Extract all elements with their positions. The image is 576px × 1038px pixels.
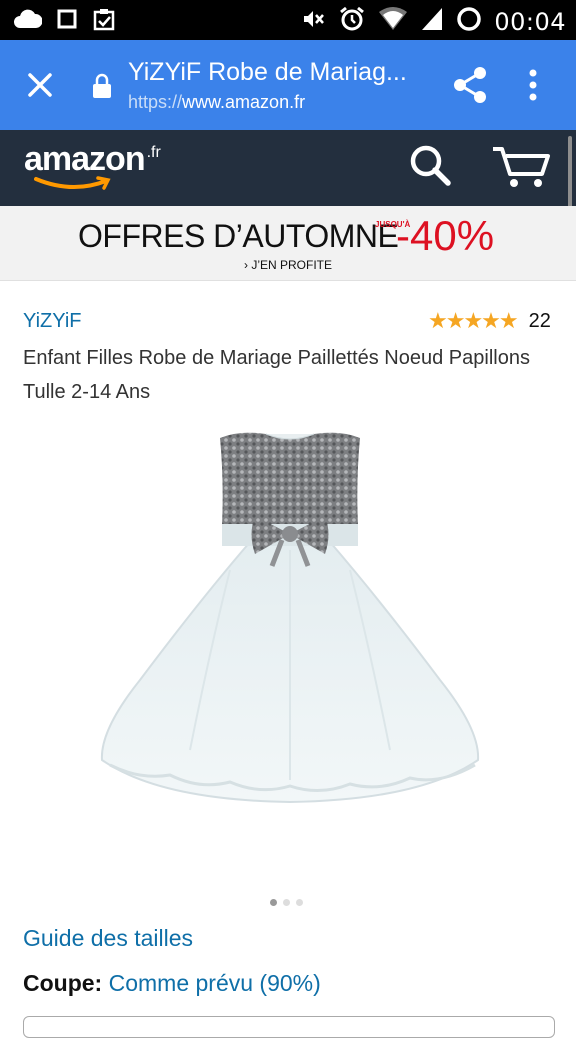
status-bar: 00:04 <box>0 0 576 40</box>
url-host: www.amazon.fr <box>182 92 306 112</box>
wifi-icon <box>378 6 408 37</box>
overflow-menu-icon[interactable] <box>528 68 538 107</box>
square-icon <box>56 8 78 35</box>
url-scheme: https:// <box>128 92 183 112</box>
banner-percent: -40% <box>396 212 495 259</box>
banner-cta[interactable]: › J’EN PROFITE <box>244 258 332 272</box>
brand-link[interactable]: YiZYiF <box>23 310 82 333</box>
smile-arrow-icon <box>34 176 111 190</box>
cart-icon[interactable] <box>490 144 552 195</box>
page-scrollbar[interactable] <box>568 136 572 208</box>
logo-word: amazon <box>24 140 146 178</box>
search-icon[interactable] <box>408 143 452 192</box>
star-rating-icon: ★★★★★ <box>428 308 519 333</box>
carousel-dot[interactable] <box>283 899 290 906</box>
page-title[interactable]: YiZYiF Robe de Mariag... <box>128 58 428 87</box>
rating[interactable]: ★★★★★ 22 <box>428 308 551 334</box>
alarm-icon <box>338 5 366 38</box>
fit-label: Coupe: <box>23 970 103 996</box>
clipboard-check-icon <box>92 7 116 36</box>
mute-icon <box>302 8 326 35</box>
logo-tld: .fr <box>146 144 161 161</box>
image-carousel-dots[interactable] <box>270 899 303 906</box>
url-bar[interactable]: https://www.amazon.fr <box>128 92 305 113</box>
product-image[interactable] <box>80 430 500 870</box>
amazon-logo[interactable]: amazon .fr <box>24 140 161 190</box>
share-icon[interactable] <box>452 66 488 109</box>
signal-icon <box>420 6 444 37</box>
size-select[interactable] <box>23 1016 555 1038</box>
carousel-dot[interactable] <box>296 899 303 906</box>
fit-row: Coupe: Comme prévu (90%) <box>23 970 321 997</box>
browser-toolbar: YiZYiF Robe de Mariag... https://www.ama… <box>0 40 576 130</box>
cloud-icon <box>14 8 43 35</box>
product-title: Enfant Filles Robe de Mariage Paillettés… <box>23 347 530 403</box>
fit-value-link[interactable]: Comme prévu (90%) <box>109 970 321 996</box>
amazon-header: amazon .fr <box>0 130 576 206</box>
size-guide-link[interactable]: Guide des tailles <box>23 925 193 952</box>
battery-icon <box>456 6 482 37</box>
status-clock: 00:04 <box>494 7 566 36</box>
rating-count: 22 <box>528 309 551 332</box>
banner-headline: OFFRES D’AUTOMNE <box>78 218 399 254</box>
close-icon[interactable] <box>22 67 58 103</box>
promo-banner[interactable]: OFFRES D’AUTOMNE JUSQU'À -40% › J’EN PRO… <box>0 206 576 281</box>
lock-icon <box>92 73 112 104</box>
carousel-dot[interactable] <box>270 899 277 906</box>
